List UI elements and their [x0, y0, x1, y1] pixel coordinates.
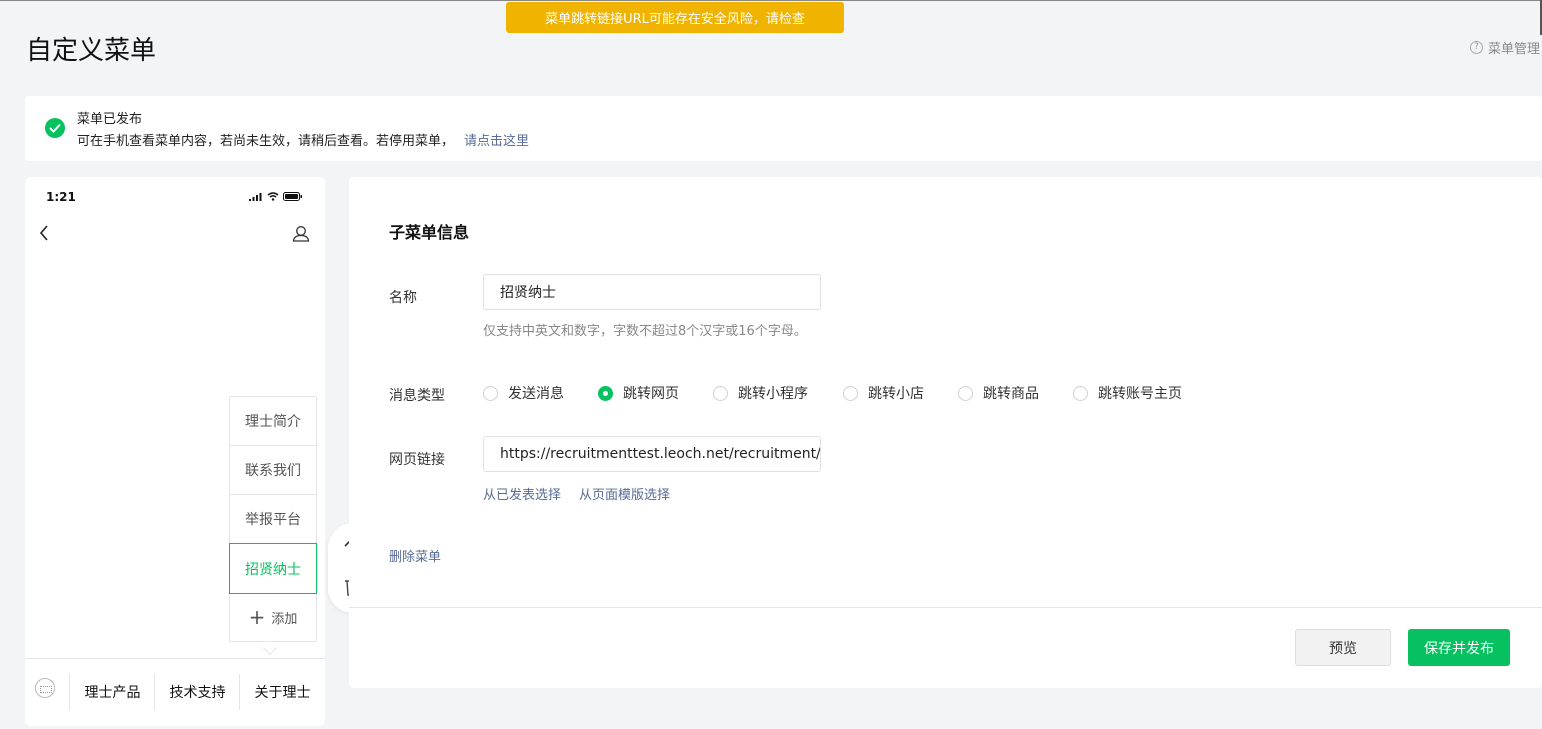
radio-jump-product[interactable]: 跳转商品 — [958, 383, 1073, 403]
submenu-item[interactable]: 理士简介 — [230, 397, 316, 446]
select-published-link[interactable]: 从已发表选择 — [483, 484, 561, 503]
delete-menu-link[interactable]: 删除菜单 — [389, 546, 441, 565]
webpage-url-input[interactable]: https://recruitmenttest.leoch.net/recrui… — [483, 436, 821, 472]
battery-icon — [283, 192, 302, 201]
menu-bar-item[interactable]: 技术支持 — [154, 674, 240, 710]
webpage-url-label: 网页链接 — [389, 452, 445, 468]
radio-circle — [483, 385, 498, 401]
success-check-icon — [45, 118, 65, 138]
message-type-label: 消息类型 — [389, 388, 445, 404]
add-submenu-button[interactable]: + 添加 — [230, 593, 316, 641]
radio-jump-webpage[interactable]: 跳转网页 — [598, 383, 713, 403]
submenu-item[interactable]: 举报平台 — [230, 495, 316, 544]
editor-divider — [349, 607, 1542, 608]
disable-menu-link[interactable]: 请点击这里 — [464, 134, 529, 149]
submenu-editor: 子菜单信息 名称 招贤纳士 仅支持中英文和数字，字数不超过8个汉字或16个字母。… — [349, 177, 1542, 688]
preview-button[interactable]: 预览 — [1295, 629, 1391, 666]
name-hint: 仅支持中英文和数字，字数不超过8个汉字或16个字母。 — [483, 324, 807, 339]
radio-label: 跳转账号主页 — [1098, 386, 1182, 402]
radio-label: 跳转网页 — [623, 386, 679, 402]
submenu-pointer — [262, 640, 278, 656]
radio-label: 发送消息 — [508, 386, 564, 402]
submenu-list: 理士简介 联系我们 举报平台 招贤纳士 + 添加 — [229, 396, 317, 642]
select-template-link[interactable]: 从页面模版选择 — [579, 484, 670, 503]
question-icon: ? — [1470, 41, 1483, 54]
keyboard-icon[interactable] — [35, 678, 55, 698]
phone-preview: 1:21 理士简介 联系我们 举报平台 招贤纳士 + 添加 理士产品 技术支持 … — [25, 177, 325, 726]
save-publish-button[interactable]: 保存并发布 — [1408, 629, 1510, 666]
radio-jump-shop[interactable]: 跳转小店 — [843, 383, 958, 403]
radio-circle — [958, 385, 973, 401]
publish-notice: 菜单已发布 可在手机查看菜单内容，若尚未生效，请稍后查看。若停用菜单， 请点击这里 — [25, 96, 1542, 161]
back-chevron-icon[interactable] — [39, 225, 49, 241]
menu-bar-item[interactable]: 理士产品 — [69, 674, 155, 710]
radio-circle — [713, 385, 728, 401]
radio-label: 跳转商品 — [983, 386, 1039, 402]
submenu-item-selected[interactable]: 招贤纳士 — [229, 543, 317, 594]
wifi-icon — [267, 192, 279, 201]
top-border — [0, 0, 1542, 1]
radio-jump-miniprogram[interactable]: 跳转小程序 — [713, 383, 843, 403]
url-source-links: 从已发表选择 从页面模版选择 — [483, 484, 670, 503]
radio-circle — [843, 385, 858, 401]
menu-management-help-link[interactable]: ? 菜单管理 — [1470, 38, 1540, 57]
notice-desc-text: 可在手机查看菜单内容，若尚未生效，请稍后查看。若停用菜单， — [77, 134, 455, 149]
radio-circle-checked — [598, 385, 613, 401]
plus-icon: + — [248, 605, 266, 629]
submenu-item[interactable]: 联系我们 — [230, 446, 316, 495]
radio-jump-account-home[interactable]: 跳转账号主页 — [1073, 383, 1182, 403]
help-link-label: 菜单管理 — [1488, 42, 1541, 57]
menu-bar-item[interactable]: 关于理士 — [239, 674, 325, 710]
notice-title: 菜单已发布 — [77, 112, 143, 127]
url-warning-toast: 菜单跳转链接URL可能存在安全风险，请检查 — [506, 2, 844, 33]
radio-label: 跳转小店 — [868, 386, 924, 402]
add-submenu-label: 添加 — [271, 611, 298, 627]
editor-title: 子菜单信息 — [389, 223, 470, 242]
radio-label: 跳转小程序 — [738, 386, 808, 402]
phone-menu-bar: 理士产品 技术支持 关于理士 — [25, 658, 325, 726]
message-type-radios: 发送消息 跳转网页 跳转小程序 跳转小店 跳转商品 跳转账号主页 — [483, 383, 1182, 403]
status-time: 1:21 — [46, 190, 76, 204]
name-label: 名称 — [389, 290, 417, 306]
profile-icon[interactable] — [292, 225, 310, 242]
signal-icon — [249, 193, 262, 201]
radio-send-message[interactable]: 发送消息 — [483, 383, 598, 403]
notice-description: 可在手机查看菜单内容，若尚未生效，请稍后查看。若停用菜单， 请点击这里 — [77, 130, 529, 149]
status-icons — [249, 192, 303, 201]
radio-circle — [1073, 385, 1088, 401]
page-title: 自定义菜单 — [26, 36, 157, 66]
name-input[interactable]: 招贤纳士 — [483, 274, 821, 310]
